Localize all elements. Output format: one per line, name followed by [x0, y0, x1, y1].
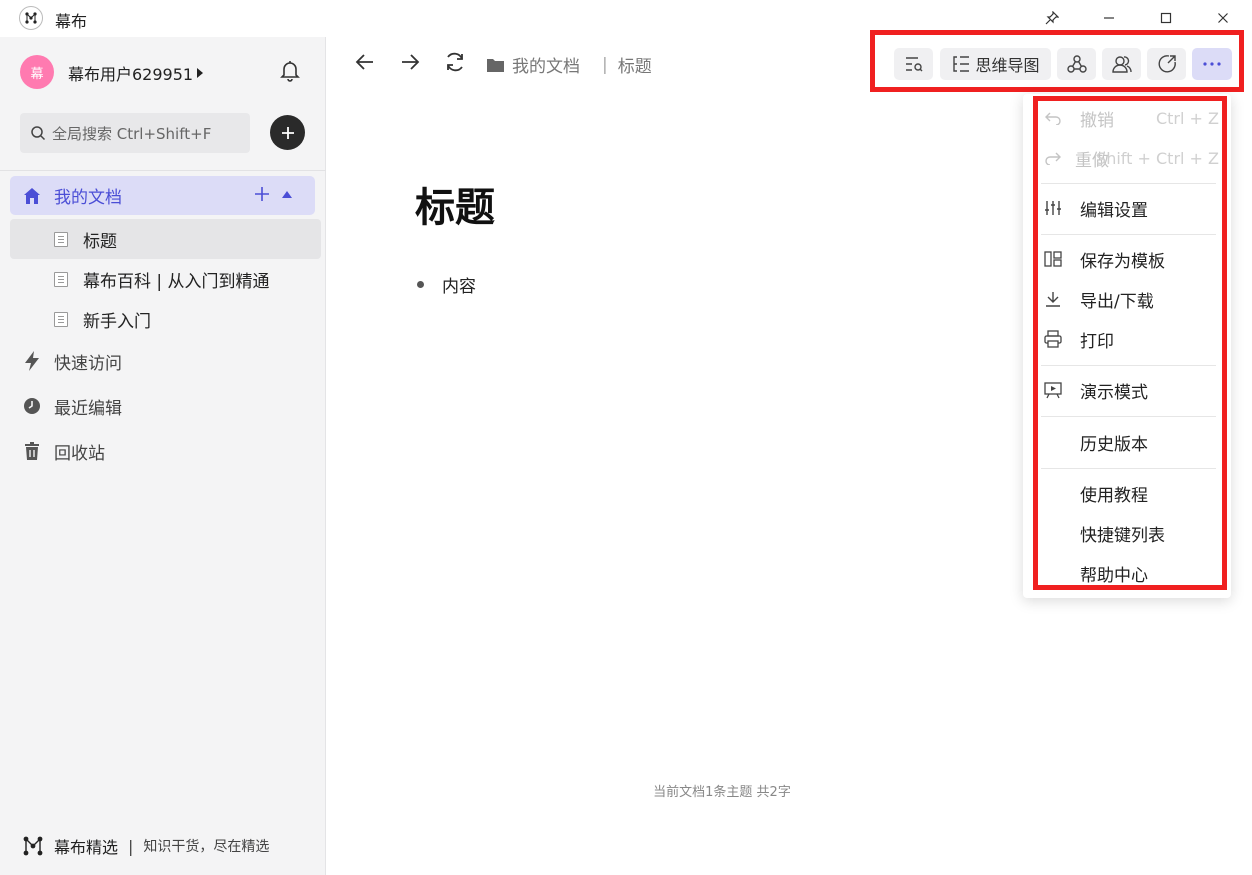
- breadcrumb-separator: |: [602, 54, 608, 75]
- doc-item[interactable]: 标题: [10, 219, 321, 259]
- divider: [0, 170, 326, 171]
- sidebar-item-label: 回收站: [54, 443, 105, 464]
- outline-item-text[interactable]: 内容: [442, 272, 476, 297]
- document-title[interactable]: 标题: [415, 175, 495, 233]
- mubu-logo-icon: [23, 836, 43, 856]
- clock-icon: [24, 398, 40, 414]
- doc-item-label: 幕布百科 | 从入门到精通: [83, 271, 270, 292]
- minimize-icon[interactable]: [1096, 5, 1122, 31]
- caret-right-icon: [197, 68, 204, 78]
- sidebar-item-my-docs[interactable]: 我的文档: [10, 176, 315, 215]
- sidebar: 幕 幕布用户629951 全局搜索 Ctrl+Shift+F 我的文档 标题 幕…: [0, 37, 326, 875]
- avatar[interactable]: 幕: [20, 55, 54, 89]
- app-logo-icon: [19, 6, 43, 30]
- breadcrumb-folder[interactable]: 我的文档: [512, 52, 580, 77]
- close-icon[interactable]: [1210, 5, 1236, 31]
- doc-item[interactable]: 新手入门: [10, 299, 321, 339]
- trash-icon: [25, 442, 39, 460]
- folder-icon: [487, 58, 504, 72]
- pin-icon[interactable]: [1039, 5, 1065, 31]
- breadcrumb-current: 标题: [617, 57, 652, 77]
- refresh-icon[interactable]: [443, 50, 467, 74]
- featured-slogan: 知识干货，尽在精选: [143, 839, 270, 855]
- user-name: 幕布用户629951: [68, 65, 194, 84]
- global-search-input[interactable]: 全局搜索 Ctrl+Shift+F: [20, 113, 250, 153]
- add-doc-icon[interactable]: [254, 186, 270, 202]
- outline-item[interactable]: 内容: [417, 272, 476, 297]
- doc-item[interactable]: 幕布百科 | 从入门到精通: [10, 259, 321, 299]
- create-button[interactable]: [270, 115, 305, 150]
- document-status: 当前文档1条主题 共2字: [653, 785, 791, 800]
- sidebar-item-label: 快速访问: [54, 353, 122, 374]
- featured-brand: 幕布精选: [54, 838, 119, 857]
- toolbar-highlight-box: [870, 30, 1244, 92]
- document-icon: [54, 231, 68, 247]
- document-icon: [54, 311, 68, 327]
- home-icon: [24, 187, 40, 204]
- document-icon: [54, 271, 68, 287]
- featured-link[interactable]: 幕布精选 | 知识干货，尽在精选: [22, 834, 269, 858]
- app-title: 幕布: [55, 12, 88, 31]
- sidebar-item-label: 我的文档: [54, 188, 122, 208]
- sidebar-item-label: 最近编辑: [54, 398, 122, 419]
- sidebar-item-quick-access[interactable]: 快速访问: [10, 341, 315, 381]
- doc-item-label: 新手入门: [83, 311, 151, 332]
- breadcrumb: 我的文档 | 标题: [487, 52, 652, 77]
- search-icon: [31, 126, 46, 141]
- search-placeholder: 全局搜索 Ctrl+Shift+F: [52, 124, 212, 143]
- sidebar-item-recent[interactable]: 最近编辑: [10, 386, 315, 426]
- doc-item-label: 标题: [83, 231, 117, 252]
- back-icon[interactable]: [353, 50, 377, 74]
- maximize-icon[interactable]: [1153, 5, 1179, 31]
- collapse-icon[interactable]: [282, 191, 292, 198]
- lightning-icon: [25, 351, 39, 371]
- bullet-icon[interactable]: [417, 281, 424, 288]
- menu-highlight-box: [1033, 96, 1227, 590]
- sidebar-item-trash[interactable]: 回收站: [10, 431, 315, 471]
- plus-icon: [281, 126, 294, 139]
- forward-icon[interactable]: [398, 50, 422, 74]
- user-menu[interactable]: 幕布用户629951: [68, 61, 204, 85]
- featured-separator: |: [128, 836, 134, 856]
- bell-icon[interactable]: [280, 60, 300, 82]
